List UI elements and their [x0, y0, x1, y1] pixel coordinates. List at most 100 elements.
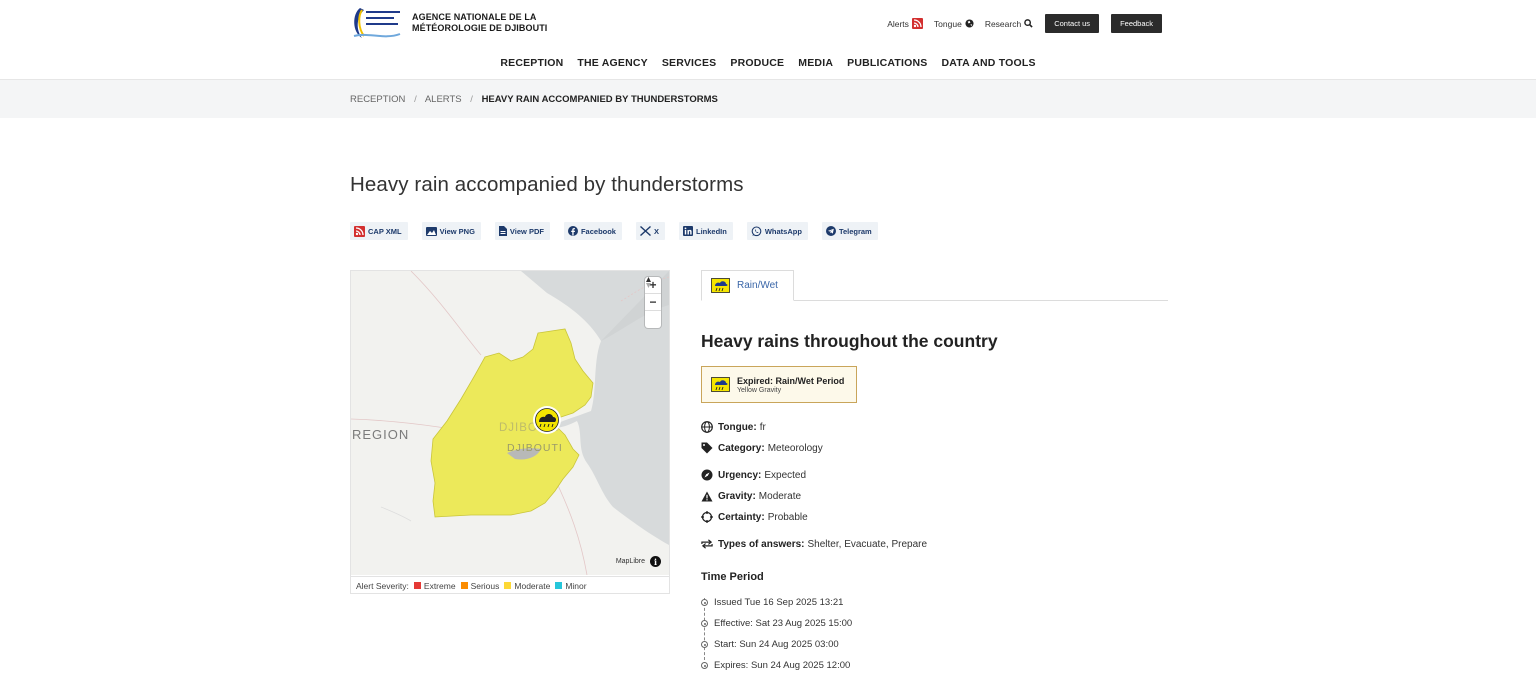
- compass-icon: [646, 277, 651, 288]
- zoom-out-button[interactable]: −: [645, 294, 661, 311]
- legend-item-moderate: Moderate: [504, 581, 550, 591]
- detail-label: Tongue:: [718, 421, 757, 433]
- contact-button[interactable]: Contact us: [1045, 14, 1100, 33]
- alert-status-box: Expired: Rain/Wet Period Yellow Gravity: [701, 366, 857, 403]
- page-title: Heavy rain accompanied by thunderstorms: [350, 173, 744, 196]
- breadcrumb-current: HEAVY RAIN ACCOMPANIED BY THUNDERSTORMS: [481, 94, 718, 105]
- view-png-button[interactable]: View PNG: [421, 222, 481, 240]
- agency-logo[interactable]: AGENCE NATIONALE DE LA MÉTÉOROLOGIE DE D…: [350, 6, 547, 40]
- legend-item-extreme: Extreme: [413, 580, 456, 591]
- legend-title: Alert Severity:: [356, 580, 409, 591]
- timeline-dot: [701, 599, 708, 606]
- warning-triangle-icon: [701, 490, 713, 502]
- telegram-label: Telegram: [838, 226, 872, 236]
- legend-label: Serious: [470, 580, 500, 591]
- detail-label: Gravity:: [718, 490, 756, 502]
- tab-rain-wet-label: Rain/Wet: [737, 280, 778, 291]
- logo-emblem-icon: [350, 6, 402, 40]
- timeline-item-effective: Effective: Sat 23 Aug 2025 15:00: [701, 613, 852, 634]
- legend-label: Extreme: [423, 580, 456, 591]
- rain-marker-icon[interactable]: [533, 406, 561, 434]
- region-map-label: REGION: [352, 427, 409, 442]
- nav-item-publications[interactable]: PUBLICATIONS: [847, 57, 927, 69]
- view-pdf-button[interactable]: View PDF: [494, 222, 550, 240]
- tab-rain-wet[interactable]: Rain/Wet: [701, 270, 794, 301]
- globe-icon: [701, 421, 713, 433]
- info-icon[interactable]: i: [650, 556, 661, 567]
- detail-certainty: Certainty: Probable: [701, 511, 808, 523]
- legend-item-serious: Serious: [460, 580, 500, 591]
- alerts-link[interactable]: Alerts: [887, 18, 923, 29]
- timeline-dot: [701, 620, 708, 627]
- view-pdf-label: View PDF: [509, 226, 544, 236]
- detail-category: Category: Meteorology: [701, 442, 823, 454]
- breadcrumb-reception[interactable]: RECEPTION: [350, 94, 405, 105]
- linkedin-share-button[interactable]: LinkedIn: [679, 222, 733, 240]
- detail-value: Probable: [767, 511, 808, 523]
- legend-swatch: [413, 582, 421, 589]
- road-line: [380, 506, 412, 522]
- tag-icon: [701, 442, 713, 454]
- time-period-timeline: Issued Tue 16 Sep 2025 13:21 Effective: …: [701, 592, 852, 676]
- alert-map-panel: REGION DJIBOUTI DJIBOUTI + − MapLibre i …: [350, 270, 670, 594]
- feedback-button[interactable]: Feedback: [1111, 14, 1162, 33]
- whatsapp-share-button[interactable]: WhatsApp: [746, 222, 808, 240]
- nav-item-services[interactable]: SERVICES: [662, 57, 717, 69]
- site-header: AGENCE NATIONALE DE LA MÉTÉOROLOGIE DE D…: [0, 0, 1536, 80]
- telegram-icon: [825, 226, 836, 236]
- share-toolbar: CAP XML View PNG View PDF Facebook X Lin…: [350, 222, 892, 240]
- breadcrumb: RECEPTION / ALERTS / HEAVY RAIN ACCOMPAN…: [350, 94, 718, 105]
- map-canvas: REGION DJIBOUTI DJIBOUTI: [351, 271, 669, 575]
- tongue-link[interactable]: Tongue: [934, 19, 974, 29]
- nav-item-produce[interactable]: PRODUCE: [730, 57, 784, 69]
- whatsapp-icon: [751, 225, 762, 237]
- linkedin-label: LinkedIn: [696, 226, 727, 236]
- rss-icon: [911, 18, 923, 29]
- view-png-label: View PNG: [439, 226, 475, 236]
- timeline-dot: [701, 641, 708, 648]
- facebook-share-button[interactable]: Facebook: [563, 222, 622, 240]
- detail-urgency: Urgency: Expected: [701, 469, 806, 481]
- breadcrumb-alerts[interactable]: ALERTS: [425, 94, 462, 105]
- compass-button[interactable]: [645, 277, 661, 328]
- alert-headline: Heavy rains throughout the country: [701, 331, 998, 351]
- timeline-item-issued: Issued Tue 16 Sep 2025 13:21: [701, 592, 852, 613]
- facebook-label: Facebook: [580, 226, 616, 236]
- time-period-title: Time Period: [701, 571, 764, 583]
- border-line: [410, 271, 482, 356]
- main-navigation: RECEPTION THE AGENCY SERVICES PRODUCE ME…: [0, 57, 1536, 69]
- utility-links: Alerts Tongue Research Contact us Feedba…: [876, 14, 1162, 33]
- alert-map[interactable]: REGION DJIBOUTI DJIBOUTI + − MapLibre i: [351, 271, 669, 575]
- alerts-link-label: Alerts: [887, 18, 909, 29]
- nav-item-media[interactable]: MEDIA: [798, 57, 833, 69]
- hazard-tabs: Rain/Wet: [701, 270, 1168, 301]
- nav-item-data-and-tools[interactable]: DATA AND TOOLS: [941, 57, 1035, 69]
- crosshair-icon: [701, 511, 713, 523]
- timeline-text: Expires: Sun 24 Aug 2025 12:00: [714, 660, 851, 671]
- nav-item-the-agency[interactable]: THE AGENCY: [577, 57, 647, 69]
- alert-status-title: Expired: Rain/Wet Period: [737, 375, 845, 386]
- x-share-button[interactable]: X: [635, 222, 665, 240]
- alert-status-subtitle: Yellow Gravity: [737, 386, 782, 394]
- map-zoom-controls: + −: [645, 277, 661, 328]
- nav-item-reception[interactable]: RECEPTION: [500, 57, 563, 69]
- maplibre-logo-text[interactable]: MapLibre: [616, 558, 645, 565]
- x-icon: [640, 226, 651, 236]
- rain-wet-icon: [711, 278, 730, 293]
- facebook-icon: [567, 226, 578, 236]
- agency-name-line1: AGENCE NATIONALE DE LA: [412, 12, 537, 22]
- telegram-share-button[interactable]: Telegram: [821, 222, 878, 240]
- timeline-text: Start: Sun 24 Aug 2025 03:00: [714, 639, 839, 650]
- legend-label: Minor: [565, 580, 587, 591]
- map-attribution: MapLibre i: [616, 556, 661, 567]
- cap-xml-button[interactable]: CAP XML: [350, 222, 408, 240]
- whatsapp-label: WhatsApp: [764, 226, 802, 236]
- research-link[interactable]: Research: [985, 19, 1033, 29]
- detail-value: Moderate: [758, 490, 802, 502]
- rss-icon: [354, 225, 365, 237]
- linkedin-icon: [683, 226, 693, 236]
- detail-label: Certainty:: [718, 511, 765, 523]
- legend-swatch: [555, 582, 563, 589]
- detail-value: Meteorology: [767, 442, 823, 454]
- research-link-label: Research: [984, 18, 1022, 29]
